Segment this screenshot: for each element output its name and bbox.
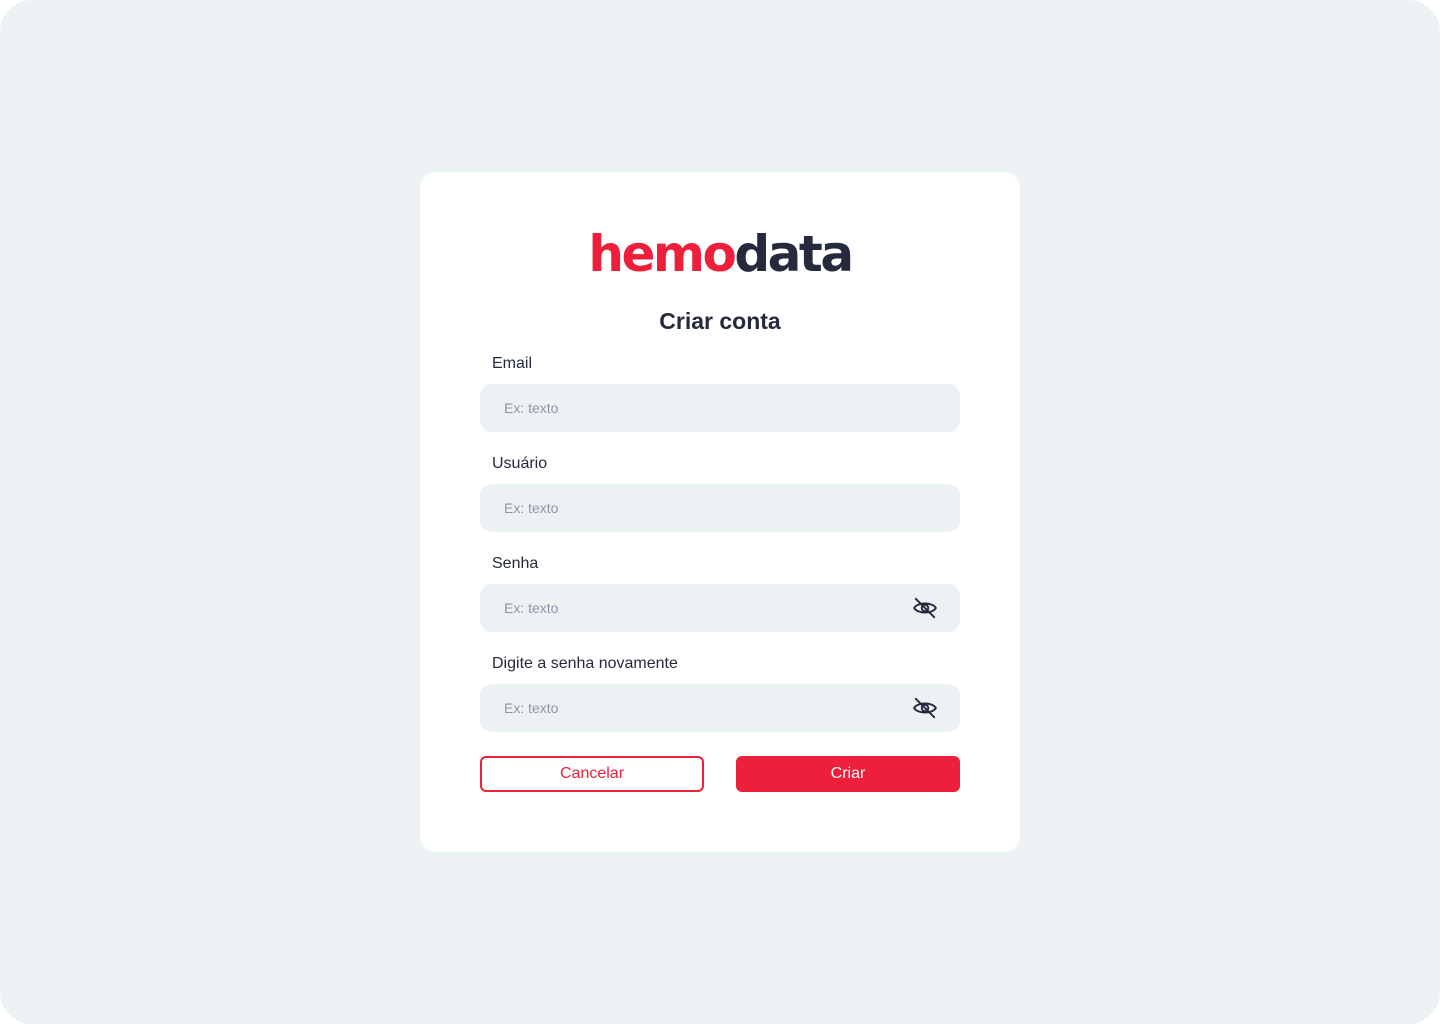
password-field[interactable] xyxy=(480,584,960,632)
cancel-button[interactable]: Cancelar xyxy=(480,756,704,792)
eye-off-icon[interactable] xyxy=(912,695,938,721)
logo-text-hemo: hemo xyxy=(588,225,736,283)
username-field-wrapper xyxy=(480,484,960,532)
confirm-password-field-wrapper xyxy=(480,684,960,732)
app-background: hemodata Criar conta Email Usuário Senha xyxy=(0,0,1440,1024)
confirm-password-field[interactable] xyxy=(480,684,960,732)
create-account-button[interactable]: Criar xyxy=(736,756,960,792)
email-field-wrapper xyxy=(480,384,960,432)
hemodata-logo: hemodata xyxy=(420,224,1020,284)
username-label: Usuário xyxy=(492,455,548,472)
logo-text-data: data xyxy=(734,225,854,283)
password-field-wrapper xyxy=(480,584,960,632)
eye-off-icon[interactable] xyxy=(912,595,938,621)
email-label: Email xyxy=(492,355,533,372)
signup-card: hemodata Criar conta Email Usuário Senha xyxy=(420,172,1020,852)
confirm-password-label: Digite a senha novamente xyxy=(492,655,678,672)
page-title: Criar conta xyxy=(659,308,781,334)
email-field[interactable] xyxy=(480,384,960,432)
username-field[interactable] xyxy=(480,484,960,532)
password-label: Senha xyxy=(492,555,539,572)
